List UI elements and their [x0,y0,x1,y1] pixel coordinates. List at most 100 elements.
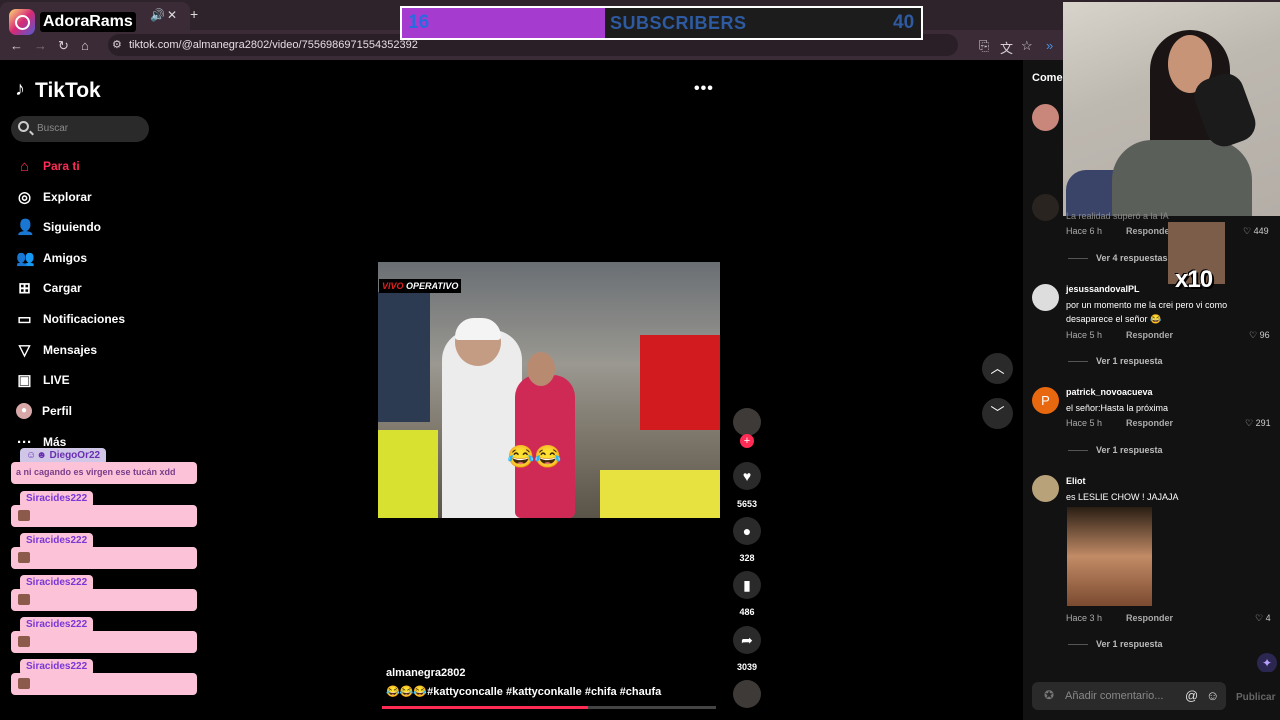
meme-multiplier: x10 [1175,266,1213,293]
comment-like[interactable]: ♡ 449 [1243,226,1269,237]
next-video-button[interactable]: ﹀ [982,398,1013,429]
comment-gif-image[interactable] [1067,507,1152,606]
nav-perfil[interactable]: ● Perfil [16,400,72,422]
friends-icon: 👥 [16,250,35,267]
nav-mensajes[interactable]: ▽ Mensajes [16,339,97,361]
comment-like[interactable]: ♡ 96 [1249,330,1270,341]
extension-icon[interactable]: » [1046,38,1053,53]
comment-like-count: 96 [1259,330,1270,340]
comment-username[interactable]: jesussandovalPL [1066,284,1140,294]
reply-button[interactable]: Responder [1126,418,1173,428]
like-button[interactable]: ♥ [733,462,761,490]
nav-para-ti[interactable]: ⌂ Para ti [16,155,80,177]
bookmark-star-icon[interactable]: ☆ [1021,38,1033,54]
nav-label: Explorar [43,190,92,204]
bookmark-icon: ▮ [743,577,751,593]
view-replies[interactable]: Ver 1 respuesta [1068,445,1163,455]
chat-emote-icon [18,636,30,647]
tiktok-logo[interactable]: TikTok [35,79,101,103]
site-info-icon[interactable]: ⚙ [112,38,122,51]
reply-button[interactable]: Responder [1126,226,1173,236]
video-scene-head [527,352,555,386]
view-replies[interactable]: Ver 1 respuesta [1068,356,1163,366]
back-icon[interactable]: ← [10,38,23,53]
share-button[interactable]: ➦ [733,626,761,654]
url-text[interactable]: tiktok.com/@almanegra2802/video/75569869… [129,39,418,51]
post-button[interactable]: Publicar [1236,692,1275,703]
video-author[interactable]: almanegra2802 [386,667,466,679]
reply-button[interactable]: Responder [1126,330,1173,340]
mention-icon[interactable]: @ [1185,688,1198,703]
search-input[interactable] [11,116,149,142]
streamer-name: AdoraRams [40,12,136,32]
video-scene-window [378,292,430,422]
creator-avatar[interactable] [733,408,761,436]
webcam-body [1112,140,1252,216]
comment-like[interactable]: ♡ 4 [1255,613,1271,624]
nav-cargar[interactable]: ⊞ Cargar [16,277,81,299]
chat-emote-icon [18,678,30,689]
chat-message [11,673,197,695]
live-icon: ▣ [17,372,32,389]
comment-time: Hace 5 h [1066,330,1103,340]
comment-button[interactable]: ● [733,517,761,545]
more-options-icon[interactable]: ••• [694,80,714,98]
comment-count: 328 [739,553,755,563]
forward-icon[interactable]: → [34,38,47,53]
commenter-avatar[interactable] [1032,104,1059,131]
comment-placeholder: Añadir comentario... [1065,690,1164,702]
comment-username[interactable]: Eliot [1066,476,1086,486]
video-scene-crate [378,430,438,518]
sparkle-icon[interactable]: ✦ [1257,653,1277,673]
comment-time: Hace 6 h [1066,226,1103,236]
view-replies[interactable]: Ver 4 respuestas [1068,253,1168,263]
nav-label: Mensajes [43,343,98,357]
commenter-avatar[interactable] [1032,284,1059,311]
home-button-icon[interactable]: ⌂ [81,38,89,53]
follow-plus-icon[interactable]: + [740,434,754,448]
commenter-avatar[interactable] [1032,475,1059,502]
video-emoji-overlay: 😂😂 [507,444,562,469]
video-scene-cap [455,318,501,340]
like-count: 5653 [736,499,758,509]
home-icon: ⌂ [19,157,30,175]
previous-video-button[interactable]: ︿ [982,353,1013,384]
comment-like[interactable]: ♡ 291 [1245,418,1271,429]
reload-icon[interactable]: ↻ [58,38,69,54]
nav-explorar[interactable]: ◎ Explorar [16,186,92,208]
nav-notificaciones[interactable]: ▭ Notificaciones [16,308,125,330]
music-disc-avatar[interactable] [733,680,761,708]
nav-label: Amigos [43,251,88,265]
comment-time: Hace 5 h [1066,418,1103,428]
translate-icon[interactable]: 文 [1000,38,1013,57]
search-placeholder: Buscar [37,123,69,134]
comment-like-count: 4 [1265,613,1271,623]
nav-label: Notificaciones [43,312,126,326]
tiktok-logo-icon[interactable]: ♪ [15,78,25,101]
commenter-avatar[interactable]: P [1032,387,1059,414]
install-app-icon[interactable]: ⎘ [979,38,989,54]
tab-audio-icon[interactable]: 🔊 [150,8,165,22]
new-tab-icon[interactable]: + [190,6,198,22]
emoji-icon[interactable]: ☺ [1206,688,1219,703]
emoji-gallery-icon[interactable]: ✪ [1044,688,1054,702]
reply-button[interactable]: Responder [1126,613,1173,623]
upload-icon: ⊞ [18,280,31,297]
live-tag-text: OPERATIVO [406,281,459,291]
chat-badge-icon: ☺☻ [26,450,50,461]
chat-message [11,505,197,527]
chat-emote-icon [18,594,30,605]
save-button[interactable]: ▮ [733,571,761,599]
nav-label: LIVE [43,373,70,387]
tab-close-icon[interactable]: ✕ [167,8,177,22]
nav-live[interactable]: ▣ LIVE [16,369,70,391]
comment-text: La realidad superó a la IA [1066,211,1169,221]
view-replies[interactable]: Ver 1 respuesta [1068,639,1163,649]
nav-siguiendo[interactable]: 👤 Siguiendo [16,216,101,238]
comment-meta: Hace 3 h Responder [1066,613,1173,623]
commenter-avatar[interactable] [1032,194,1059,221]
video-scene-crate [600,470,720,518]
subscriber-current: 16 [408,12,430,33]
comment-username[interactable]: patrick_novoacueva [1066,387,1153,397]
nav-amigos[interactable]: 👥 Amigos [16,247,87,269]
